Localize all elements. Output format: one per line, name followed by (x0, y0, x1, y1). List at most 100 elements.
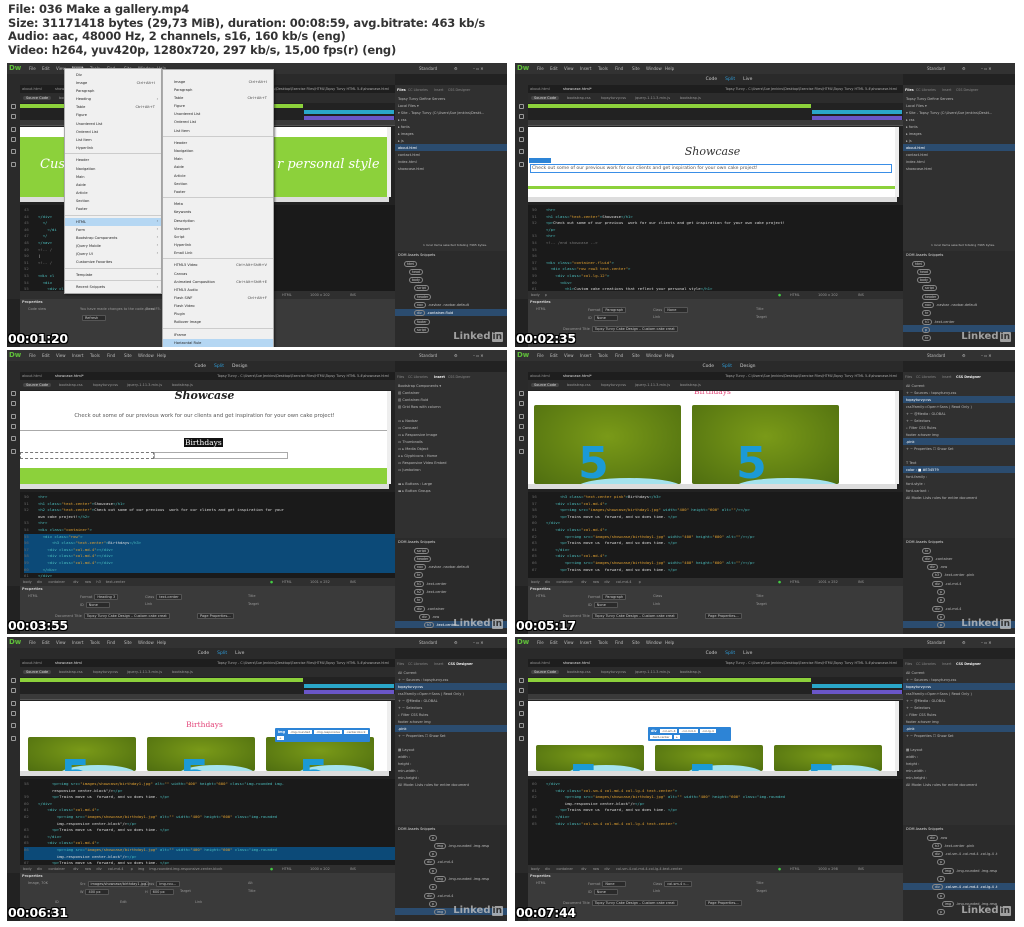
element-hud-img[interactable]: img .img-rounded .img-responsive .center-bl… (275, 728, 370, 742)
panel-row[interactable] (395, 410, 507, 417)
property-value[interactable]: text-center (156, 594, 182, 600)
menu-edit[interactable]: Edit (42, 640, 50, 645)
panel-row[interactable]: ▬ ▸ Button Groups (395, 487, 507, 494)
related-file[interactable]: bootstrap.js (680, 96, 701, 100)
panel-row[interactable]: font-family : (903, 473, 1015, 480)
related-file[interactable]: jquery-1.11.3.min.js (127, 670, 162, 674)
property-value[interactable]: Topsy Turvy Cake Design – Custom cake cr… (83, 613, 170, 619)
code-view[interactable]: 58 <p><img src="images/showcase/birthday… (20, 779, 395, 865)
document-tab[interactable]: about.html (22, 87, 42, 91)
panel-row[interactable] (903, 739, 1015, 746)
dom-node[interactable]: hr (395, 571, 507, 579)
dom-node[interactable]: html (903, 259, 1015, 267)
document-tab[interactable]: showcase.html* (55, 374, 84, 378)
toolbar-icon[interactable] (519, 114, 524, 119)
view-mode-code[interactable]: Code (198, 651, 210, 659)
property-value[interactable]: Page Properties... (705, 613, 742, 619)
panel-tab-cc-libraries[interactable]: CC Libraries (408, 88, 428, 92)
property-value[interactable]: Refresh (82, 315, 106, 321)
menu-item[interactable]: HTML5 Video Ctrl+Alt+Shift+V (163, 261, 273, 269)
media-query-bar-max[interactable] (528, 678, 811, 682)
menu-site[interactable]: Site (632, 640, 640, 645)
panel-row[interactable]: ▭ ▸ Responsive Image (395, 431, 507, 438)
dom-node[interactable]: p (903, 596, 1015, 604)
panel-row[interactable]: about.html (903, 144, 1015, 151)
panel-row[interactable]: Local Files ▾ (903, 102, 1015, 109)
menu-help[interactable]: Help (665, 66, 674, 71)
menu-site[interactable]: Site (124, 640, 132, 645)
panel-row[interactable]: min-width : (395, 767, 507, 774)
menu-window[interactable]: Window (646, 640, 662, 645)
toolbar-icon[interactable] (11, 436, 16, 441)
related-file[interactable]: bootstrap.css (59, 383, 83, 387)
vertical-scrollbar[interactable] (387, 701, 391, 771)
toolbar-icon[interactable] (519, 701, 524, 706)
window-size[interactable]: 1000 x 298 (818, 867, 838, 871)
view-mode-split[interactable]: Split (725, 77, 735, 85)
tag-selector[interactable]: div (73, 580, 78, 584)
panel-row[interactable] (903, 452, 1015, 459)
menu-edit[interactable]: Edit (42, 66, 50, 71)
panel-row[interactable]: + − Selectors (903, 704, 1015, 711)
panel-tab-insert[interactable]: Insert (942, 662, 951, 666)
panel-tab-cc-libraries[interactable]: CC Libraries (916, 88, 936, 92)
intro-paragraph[interactable]: Check out some of our previous work for … (530, 164, 892, 173)
dom-node[interactable]: html (395, 259, 507, 267)
panel-row[interactable]: + − Sources : topsyturvy.css (903, 676, 1015, 683)
menu-item[interactable]: Figure (163, 102, 273, 110)
menu-tools[interactable]: Tools (598, 66, 608, 71)
panel-row[interactable]: ▭ ▸ Media Object (395, 445, 507, 452)
menu-item[interactable]: IFrame (163, 331, 273, 339)
menu-item[interactable]: Hyperlink (163, 241, 273, 249)
panel-row[interactable]: css?family=Open+Sans ( Read Only ) (903, 403, 1015, 410)
workspace-switcher[interactable]: Standard (419, 640, 437, 645)
panel-row[interactable]: ▦ Layout (903, 746, 1015, 753)
view-mode-code[interactable]: Code (706, 651, 718, 659)
panel-row[interactable]: topsyturvy.css (903, 683, 1015, 690)
tag-selector[interactable]: row (85, 580, 91, 584)
dom-node[interactable]: header (395, 554, 507, 562)
hud-add-class-button[interactable]: + (673, 735, 681, 739)
view-mode-live[interactable]: Live (743, 651, 752, 659)
related-file[interactable]: topsyturvy.css (601, 96, 626, 100)
tag-selector[interactable]: body (531, 580, 540, 584)
menu-help[interactable]: Help (157, 640, 166, 645)
related-file[interactable]: jquery-1.11.3.min.js (635, 670, 670, 674)
menu-item[interactable]: Flash SWF Ctrl+Alt+F (163, 294, 273, 302)
code-view[interactable]: 50 <hr> 51 <h1 class="text-center">Showcase… (528, 205, 903, 291)
toolbar-icon[interactable] (11, 701, 16, 706)
panel-row[interactable]: min-height : (903, 774, 1015, 781)
tag-selector[interactable]: container (556, 867, 573, 871)
menu-item[interactable]: Unordered List (65, 120, 161, 128)
panel-row[interactable]: ▸ images (395, 130, 507, 137)
menu-item[interactable]: HTML › (65, 217, 161, 226)
view-mode-design[interactable]: Design (740, 364, 756, 372)
menu-item[interactable]: Article (65, 189, 161, 197)
property-value[interactable]: None (602, 881, 627, 887)
panel-row[interactable]: footer a:hover img (903, 431, 1015, 438)
tag-selector[interactable]: div (581, 867, 586, 871)
property-field[interactable]: ID None (588, 315, 618, 321)
hud-class-chip[interactable]: .center-block (344, 730, 368, 734)
panel-row[interactable]: .pink (395, 725, 507, 732)
gallery-image[interactable] (692, 405, 839, 484)
toolbar-icon[interactable] (519, 424, 524, 429)
toolbar-icon[interactable] (11, 401, 16, 406)
dom-node[interactable]: div .col-md-4 (903, 604, 1015, 612)
menu-find[interactable]: Find (615, 640, 623, 645)
document-type[interactable]: HTML (282, 867, 292, 871)
video-thumbnail[interactable]: DwFileEditViewInsertToolsFindSiteWindowH… (7, 637, 507, 921)
toolbar-icon[interactable] (519, 149, 524, 154)
property-field[interactable]: Page Properties... (703, 900, 742, 906)
dom-node[interactable]: body (903, 276, 1015, 284)
property-value[interactable]: Paragraph (602, 594, 627, 600)
toolbar-icon[interactable] (519, 711, 524, 716)
menu-item[interactable]: Paragraph (163, 86, 273, 94)
dom-panel-tabs[interactable]: DOM Assets Snippets (903, 251, 1015, 258)
view-mode-code[interactable]: Code (706, 77, 718, 85)
menu-item[interactable]: Canvas (163, 270, 273, 278)
hud-class-chip[interactable]: .col-sm-4 (659, 729, 678, 733)
panel-row[interactable]: ▭ Carousel (395, 424, 507, 431)
dom-node[interactable]: nav .navbar .navbar-default (903, 301, 1015, 308)
tag-selector[interactable]: p (131, 867, 133, 871)
